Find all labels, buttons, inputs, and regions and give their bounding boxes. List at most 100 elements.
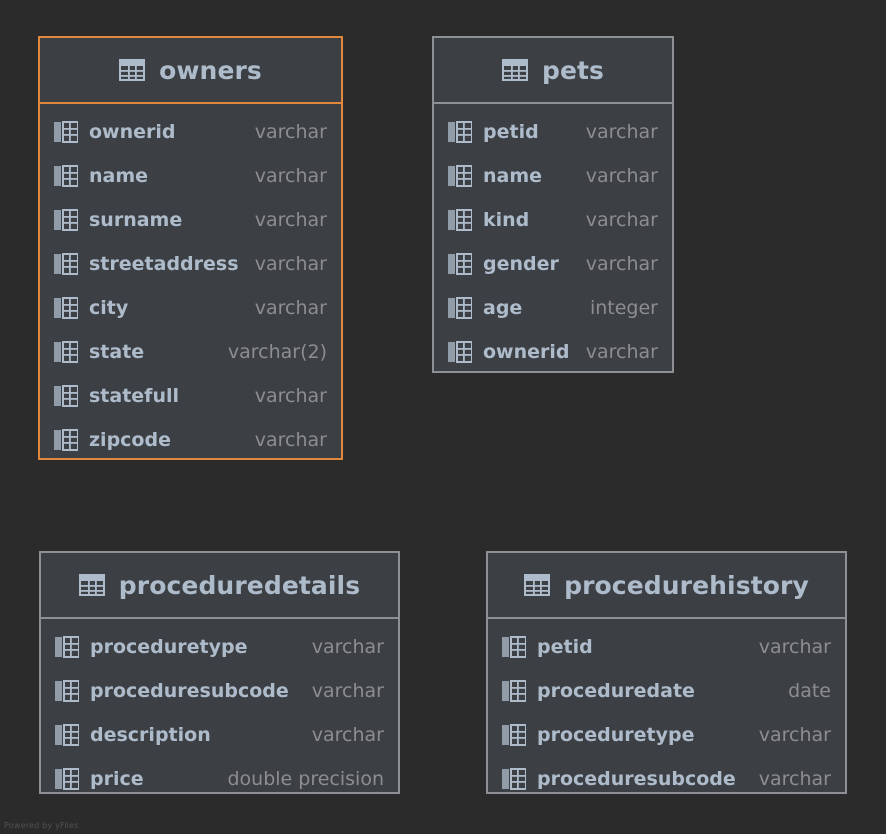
diagram-canvas[interactable]: owners ownerid varchar name varchar surname va… [0,0,886,834]
column-name: zipcode [89,429,171,451]
column-icon [54,297,78,319]
column-type: varchar(2) [227,341,327,363]
column-name: price [90,768,144,790]
column-icon [448,165,472,187]
table-title: procedurehistory [564,570,809,600]
column-type: varchar [254,429,327,451]
er-table-proceduredetails[interactable]: proceduredetails proceduretype varchar proc… [39,551,400,794]
table-columns: petid varchar name varchar kind varchar gender… [434,104,672,382]
column-row[interactable]: name varchar [40,154,341,198]
column-icon [448,209,472,231]
table-header-pets[interactable]: pets [434,38,672,104]
column-icon [54,253,78,275]
column-icon [448,121,472,143]
table-header-proceduredetails[interactable]: proceduredetails [41,553,398,619]
column-name: city [89,297,129,319]
column-row[interactable]: ownerid varchar [434,330,672,374]
column-type: varchar [311,724,384,746]
column-type: varchar [254,165,327,187]
column-name: description [90,724,211,746]
column-name: name [89,165,149,187]
table-icon [119,59,146,81]
column-name: petid [537,636,593,658]
column-row[interactable]: zipcode varchar [40,418,341,462]
column-row[interactable]: gender varchar [434,242,672,286]
column-name: surname [89,209,183,231]
column-name: proceduresubcode [537,768,736,790]
column-type: varchar [585,209,658,231]
column-row[interactable]: age integer [434,286,672,330]
column-row[interactable]: price double precision [41,757,398,801]
column-row[interactable]: proceduresubcode varchar [41,669,398,713]
column-icon [54,385,78,407]
column-icon [448,297,472,319]
column-icon [502,768,526,790]
column-row[interactable]: proceduredate date [488,669,845,713]
column-icon [54,341,78,363]
yfiles-watermark: Powered by yFiles [4,821,79,830]
column-type: varchar [758,768,831,790]
column-icon [54,209,78,231]
column-icon [55,636,79,658]
column-icon [55,724,79,746]
column-type: varchar [585,121,658,143]
column-type: varchar [254,297,327,319]
column-type: integer [589,297,658,319]
column-name: age [483,297,523,319]
er-table-owners[interactable]: owners ownerid varchar name varchar surname va… [38,36,343,460]
table-columns: petid varchar proceduredate date procedurety… [488,619,845,809]
column-row[interactable]: surname varchar [40,198,341,242]
er-table-pets[interactable]: pets petid varchar name varchar kind varchar ge… [432,36,674,373]
column-type: varchar [311,636,384,658]
column-type: varchar [311,680,384,702]
table-title: pets [541,55,605,85]
column-name: state [89,341,145,363]
column-name: proceduredate [537,680,695,702]
column-row[interactable]: petid varchar [434,110,672,154]
column-name: ownerid [89,121,176,143]
column-icon [502,680,526,702]
table-title: owners [159,55,262,85]
column-row[interactable]: ownerid varchar [40,110,341,154]
column-name: proceduretype [537,724,695,746]
column-row[interactable]: state varchar(2) [40,330,341,374]
column-name: name [483,165,543,187]
table-columns: proceduretype varchar proceduresubcode varc… [41,619,398,809]
column-row[interactable]: proceduretype varchar [41,625,398,669]
table-title: proceduredetails [118,570,361,600]
column-name: streetaddress [89,253,239,275]
column-type: varchar [254,385,327,407]
column-type: varchar [254,253,327,275]
column-row[interactable]: description varchar [41,713,398,757]
table-header-procedurehistory[interactable]: procedurehistory [488,553,845,619]
column-row[interactable]: statefull varchar [40,374,341,418]
column-name: kind [483,209,530,231]
column-type: double precision [227,768,384,790]
column-row[interactable]: proceduretype varchar [488,713,845,757]
column-row[interactable]: proceduresubcode varchar [488,757,845,801]
column-name: petid [483,121,539,143]
column-type: varchar [254,121,327,143]
column-name: proceduretype [90,636,248,658]
column-type: varchar [758,636,831,658]
column-row[interactable]: name varchar [434,154,672,198]
table-icon [501,59,528,81]
column-row[interactable]: kind varchar [434,198,672,242]
column-icon [448,253,472,275]
column-type: date [788,680,831,702]
table-icon [78,574,105,596]
column-icon [502,724,526,746]
table-icon [524,574,551,596]
column-name: statefull [89,385,179,407]
column-icon [502,636,526,658]
column-row[interactable]: petid varchar [488,625,845,669]
column-row[interactable]: city varchar [40,286,341,330]
table-header-owners[interactable]: owners [40,38,341,104]
column-icon [55,768,79,790]
column-type: varchar [254,209,327,231]
column-row[interactable]: streetaddress varchar [40,242,341,286]
column-icon [54,121,78,143]
column-name: ownerid [483,341,570,363]
er-table-procedurehistory[interactable]: procedurehistory petid varchar proceduredat… [486,551,847,794]
column-icon [55,680,79,702]
